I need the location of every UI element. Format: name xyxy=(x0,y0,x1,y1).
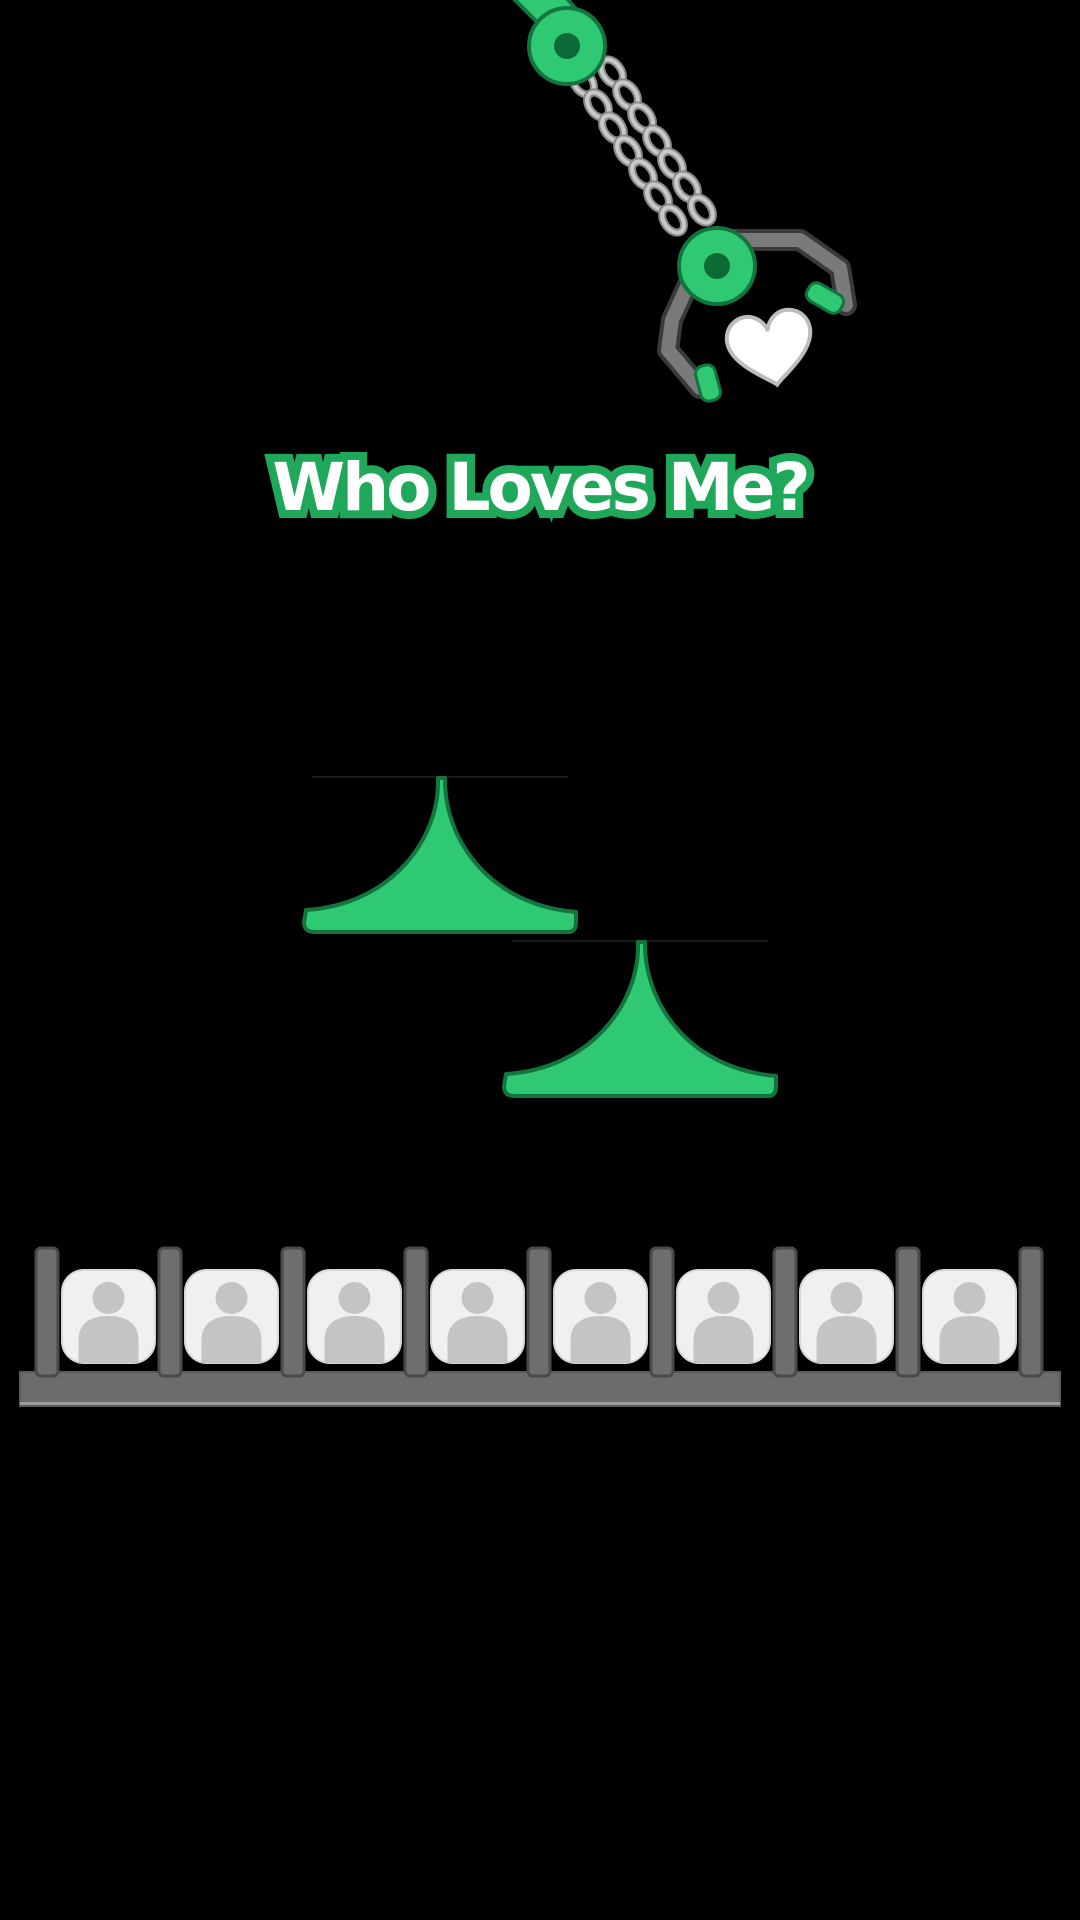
slot-4[interactable] xyxy=(430,1269,525,1364)
slot-3[interactable] xyxy=(307,1269,402,1364)
rack-post xyxy=(1018,1246,1044,1378)
rack-post xyxy=(157,1246,183,1378)
claw-crane-icon[interactable] xyxy=(505,0,857,403)
rack-post xyxy=(895,1246,921,1378)
slot-rack xyxy=(19,1246,1061,1407)
bumper-right xyxy=(502,940,778,1098)
slot-5[interactable] xyxy=(553,1269,648,1364)
rack-post xyxy=(34,1246,60,1378)
rack-post xyxy=(280,1246,306,1378)
game-scene xyxy=(19,0,1061,1407)
rack-post xyxy=(526,1246,552,1378)
heart-icon xyxy=(724,307,812,388)
slot-6[interactable] xyxy=(676,1269,771,1364)
rack-post xyxy=(649,1246,675,1378)
slot-7[interactable] xyxy=(799,1269,894,1364)
slot-2[interactable] xyxy=(184,1269,279,1364)
bumper-left xyxy=(302,776,578,934)
slot-1[interactable] xyxy=(61,1269,156,1364)
rack-post xyxy=(772,1246,798,1378)
slot-8[interactable] xyxy=(922,1269,1017,1364)
rack-post xyxy=(403,1246,429,1378)
page-title: Who Loves Me? xyxy=(264,447,818,529)
